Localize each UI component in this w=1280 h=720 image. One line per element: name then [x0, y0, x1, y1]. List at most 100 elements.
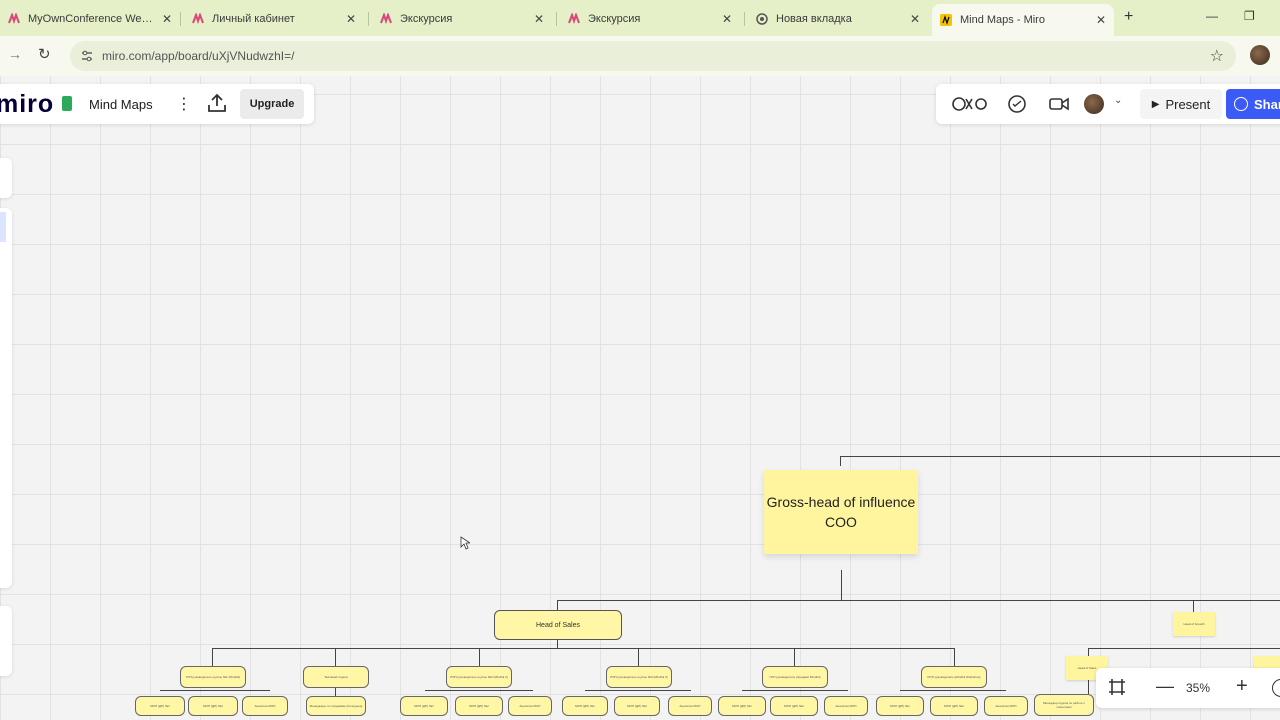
edge-l3-bar-1: [160, 690, 270, 691]
board-canvas[interactable]: miro Mind Maps ⋮ Upgrade ⌄ ▶ Present Sha…: [0, 76, 1280, 720]
edge-l2-4: [638, 648, 639, 666]
browser-tab-active[interactable]: Mind Maps - Miro ✕: [932, 4, 1114, 36]
left-toolbar-top[interactable]: [0, 158, 12, 198]
miro-board-favicon-icon: [940, 14, 952, 26]
mindmap-node-head-of-sales[interactable]: Head of Sales: [494, 610, 622, 640]
mindmap-node-l2[interactable]: РОП руководитель группы №3 (Mindful 3): [606, 666, 672, 688]
frames-icon[interactable]: [1108, 678, 1126, 696]
close-tab-icon[interactable]: ✕: [346, 12, 356, 26]
mindmap-node-l3[interactable]: МОП (ДП) №2: [614, 696, 660, 716]
mindmap-node-l3[interactable]: Менеджеры по продажам (Холодные): [306, 696, 366, 716]
edge-to-head-of-sales: [557, 600, 558, 610]
left-toolbar-bottom[interactable]: [0, 606, 12, 676]
edge-l3-bar-4: [585, 690, 691, 691]
browser-tab-2[interactable]: Личный кабинет ✕: [184, 6, 364, 32]
board-name[interactable]: Mind Maps: [89, 97, 153, 112]
miro-favicon-icon: [8, 12, 20, 25]
mindmap-node-l3[interactable]: Аналитик МОП: [984, 696, 1028, 716]
play-icon: ▶: [1151, 98, 1160, 110]
reactions-icon[interactable]: [950, 93, 990, 115]
chrome-favicon-icon: [756, 13, 768, 25]
mindmap-node-l2[interactable]: Teamlead отдела: [303, 666, 369, 688]
chevron-down-icon[interactable]: ⌄: [1114, 95, 1122, 106]
video-call-icon[interactable]: [1048, 93, 1070, 115]
edge-l2-6: [954, 648, 955, 666]
profile-avatar[interactable]: [1250, 45, 1270, 65]
close-tab-icon[interactable]: ✕: [910, 12, 920, 26]
more-options-icon[interactable]: ⋮: [176, 94, 192, 114]
mindmap-node-l3[interactable]: Аналитик МОП: [508, 696, 552, 716]
tab-title: Экскурсия: [400, 13, 453, 25]
left-creation-toolbar[interactable]: [0, 208, 12, 588]
edge-root-down: [841, 570, 842, 600]
mindmap-node-l3[interactable]: МОП (ДП) №1: [400, 696, 448, 716]
edge-right-bar: [1088, 648, 1280, 649]
mindmap-node-l3[interactable]: МОП (ДП) №2: [770, 696, 818, 716]
miro-favicon-icon: [568, 12, 580, 25]
zoom-out-icon[interactable]: —: [1156, 676, 1174, 697]
miro-favicon-icon: [192, 12, 204, 25]
mindmap-node-l3[interactable]: МОП (ДП) №1: [718, 696, 766, 716]
edge-l2-2: [335, 648, 336, 666]
user-avatar[interactable]: [1084, 94, 1104, 114]
new-tab-plus-icon[interactable]: +: [1124, 8, 1133, 26]
edge-root-top: [840, 456, 1280, 457]
zoom-in-icon[interactable]: +: [1236, 675, 1248, 698]
tab-separator: [744, 12, 745, 26]
board-type-icon: [62, 96, 72, 111]
site-settings-icon[interactable]: [80, 49, 94, 68]
bookmark-star-icon[interactable]: ☆: [1210, 46, 1224, 66]
comments-icon[interactable]: [1006, 93, 1028, 115]
miro-logo[interactable]: miro: [0, 90, 54, 119]
select-tool-active[interactable]: [0, 212, 6, 242]
restore-window-icon[interactable]: ❐: [1244, 9, 1255, 23]
mindmap-node-l3[interactable]: Аналитик МОП: [242, 696, 288, 716]
browser-tab-strip: MyOwnConference Webin ✕ Личный кабинет ✕…: [0, 0, 1280, 36]
mindmap-node-l2[interactable]: ГОП руководитель (продажи Mindful): [762, 666, 828, 688]
mindmap-node-l2[interactable]: РОП руководитель группы №2 (Mindful 2): [446, 666, 512, 688]
edge-l3-bar-3: [425, 690, 533, 691]
mindmap-node-l3[interactable]: МОП (ДП) №1: [876, 696, 924, 716]
browser-tab-3[interactable]: Экскурсия ✕: [372, 6, 552, 32]
mindmap-node-l3[interactable]: МОП (ДП) №1: [562, 696, 608, 716]
close-tab-icon[interactable]: ✕: [1096, 13, 1106, 27]
share-label: Share: [1254, 96, 1280, 112]
close-tab-icon[interactable]: ✕: [534, 12, 544, 26]
mindmap-node-l3[interactable]: МОП (ДП) №1: [135, 696, 185, 716]
mindmap-node-l3[interactable]: Аналитик МОП: [668, 696, 712, 716]
upgrade-button[interactable]: Upgrade: [240, 89, 304, 119]
browser-tab-1[interactable]: MyOwnConference Webin ✕: [0, 6, 180, 32]
mindmap-node-right-bottom[interactable]: Менеджер отдела по работе с клиентами: [1034, 694, 1094, 716]
edge-l3-bar-6: [900, 690, 1006, 691]
mindmap-node-l3[interactable]: МОП (ДП) №2: [930, 696, 978, 716]
mindmap-root-node[interactable]: Gross-head of influence COO: [764, 470, 918, 554]
forward-arrow-icon[interactable]: →: [8, 46, 22, 62]
browser-tab-4[interactable]: Экскурсия ✕: [560, 6, 740, 32]
mindmap-node-l3[interactable]: МОП (ДП) №2: [455, 696, 503, 716]
present-button[interactable]: ▶ Present: [1140, 89, 1222, 119]
mindmap-node-l3[interactable]: МОП (ДП) №2: [188, 696, 238, 716]
tab-title: MyOwnConference Webin: [28, 13, 156, 25]
share-button[interactable]: Share: [1226, 89, 1280, 119]
globe-icon: [1234, 97, 1248, 111]
close-tab-icon[interactable]: ✕: [722, 12, 732, 26]
edge-l3-2: [335, 688, 336, 696]
mindmap-node-l2[interactable]: РОП руководитель (Mindful Workshop): [921, 666, 987, 688]
mindmap-node-right-branch[interactable]: Head of Growth: [1173, 612, 1215, 636]
close-tab-icon[interactable]: ✕: [162, 12, 172, 26]
address-bar[interactable]: miro.com/app/board/uXjVNudwzhI=/ ☆: [70, 41, 1236, 71]
zoom-level[interactable]: 35%: [1186, 681, 1210, 695]
browser-tab-5[interactable]: Новая вкладка ✕: [748, 6, 928, 32]
history-icon[interactable]: [1272, 679, 1280, 697]
minimize-icon[interactable]: —: [1206, 9, 1218, 23]
tab-separator: [180, 12, 181, 26]
mindmap-node-l3[interactable]: Аналитик МОП: [824, 696, 868, 716]
zoom-panel: — 35% +: [1096, 668, 1280, 708]
mindmap-node-l2[interactable]: ГОП руководитель группы №1 (Mindful): [180, 666, 246, 688]
edge-right-1: [1088, 648, 1089, 656]
export-upload-icon[interactable]: [206, 92, 228, 114]
edge-right-2: [1088, 680, 1089, 694]
present-label: Present: [1165, 96, 1211, 112]
reload-icon[interactable]: ↻: [38, 45, 51, 63]
collaboration-panel: ⌄ ▶ Present Share: [936, 84, 1280, 124]
